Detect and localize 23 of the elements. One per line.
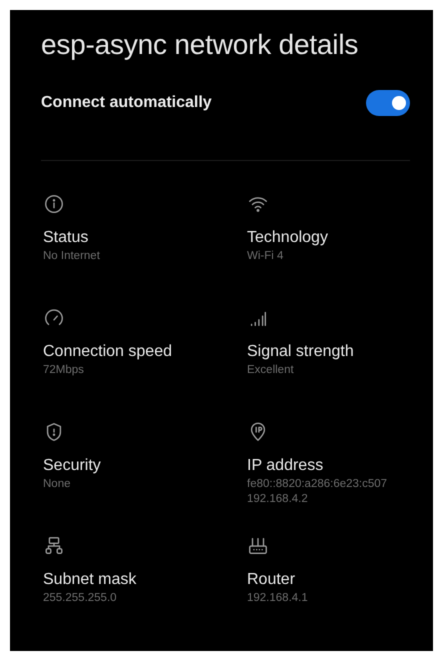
detail-value: 255.255.255.0 <box>43 591 118 606</box>
detail-value: Excellent <box>247 363 295 378</box>
detail-value: Wi-Fi 4 <box>247 249 284 264</box>
detail-value: 72Mbps <box>43 363 85 378</box>
screen-title: esp-async network details <box>41 28 360 62</box>
detail-label: Connection speed <box>43 342 173 362</box>
detail-label: IP address <box>247 456 324 476</box>
detail-label: Security <box>43 456 102 476</box>
detail-label: Status <box>43 228 90 248</box>
toggle-switch[interactable] <box>366 90 410 116</box>
detail-label: Router <box>247 570 296 590</box>
detail-label: Subnet mask <box>43 570 138 590</box>
router-icon <box>247 535 269 557</box>
detail-value: fe80::8820:a286:6e23:c507 <box>247 477 388 492</box>
detail-label: Signal strength <box>247 342 355 362</box>
detail-label: Technology <box>247 228 329 248</box>
detail-value: No Internet <box>43 249 101 264</box>
setting-label: Connect automatically <box>41 94 212 112</box>
info-icon <box>43 193 65 215</box>
detail-value: 192.168.4.1 <box>247 591 309 606</box>
network-icon <box>43 535 65 557</box>
detail-value: 192.168.4.2 <box>247 492 309 507</box>
detail-value: None <box>43 477 72 492</box>
